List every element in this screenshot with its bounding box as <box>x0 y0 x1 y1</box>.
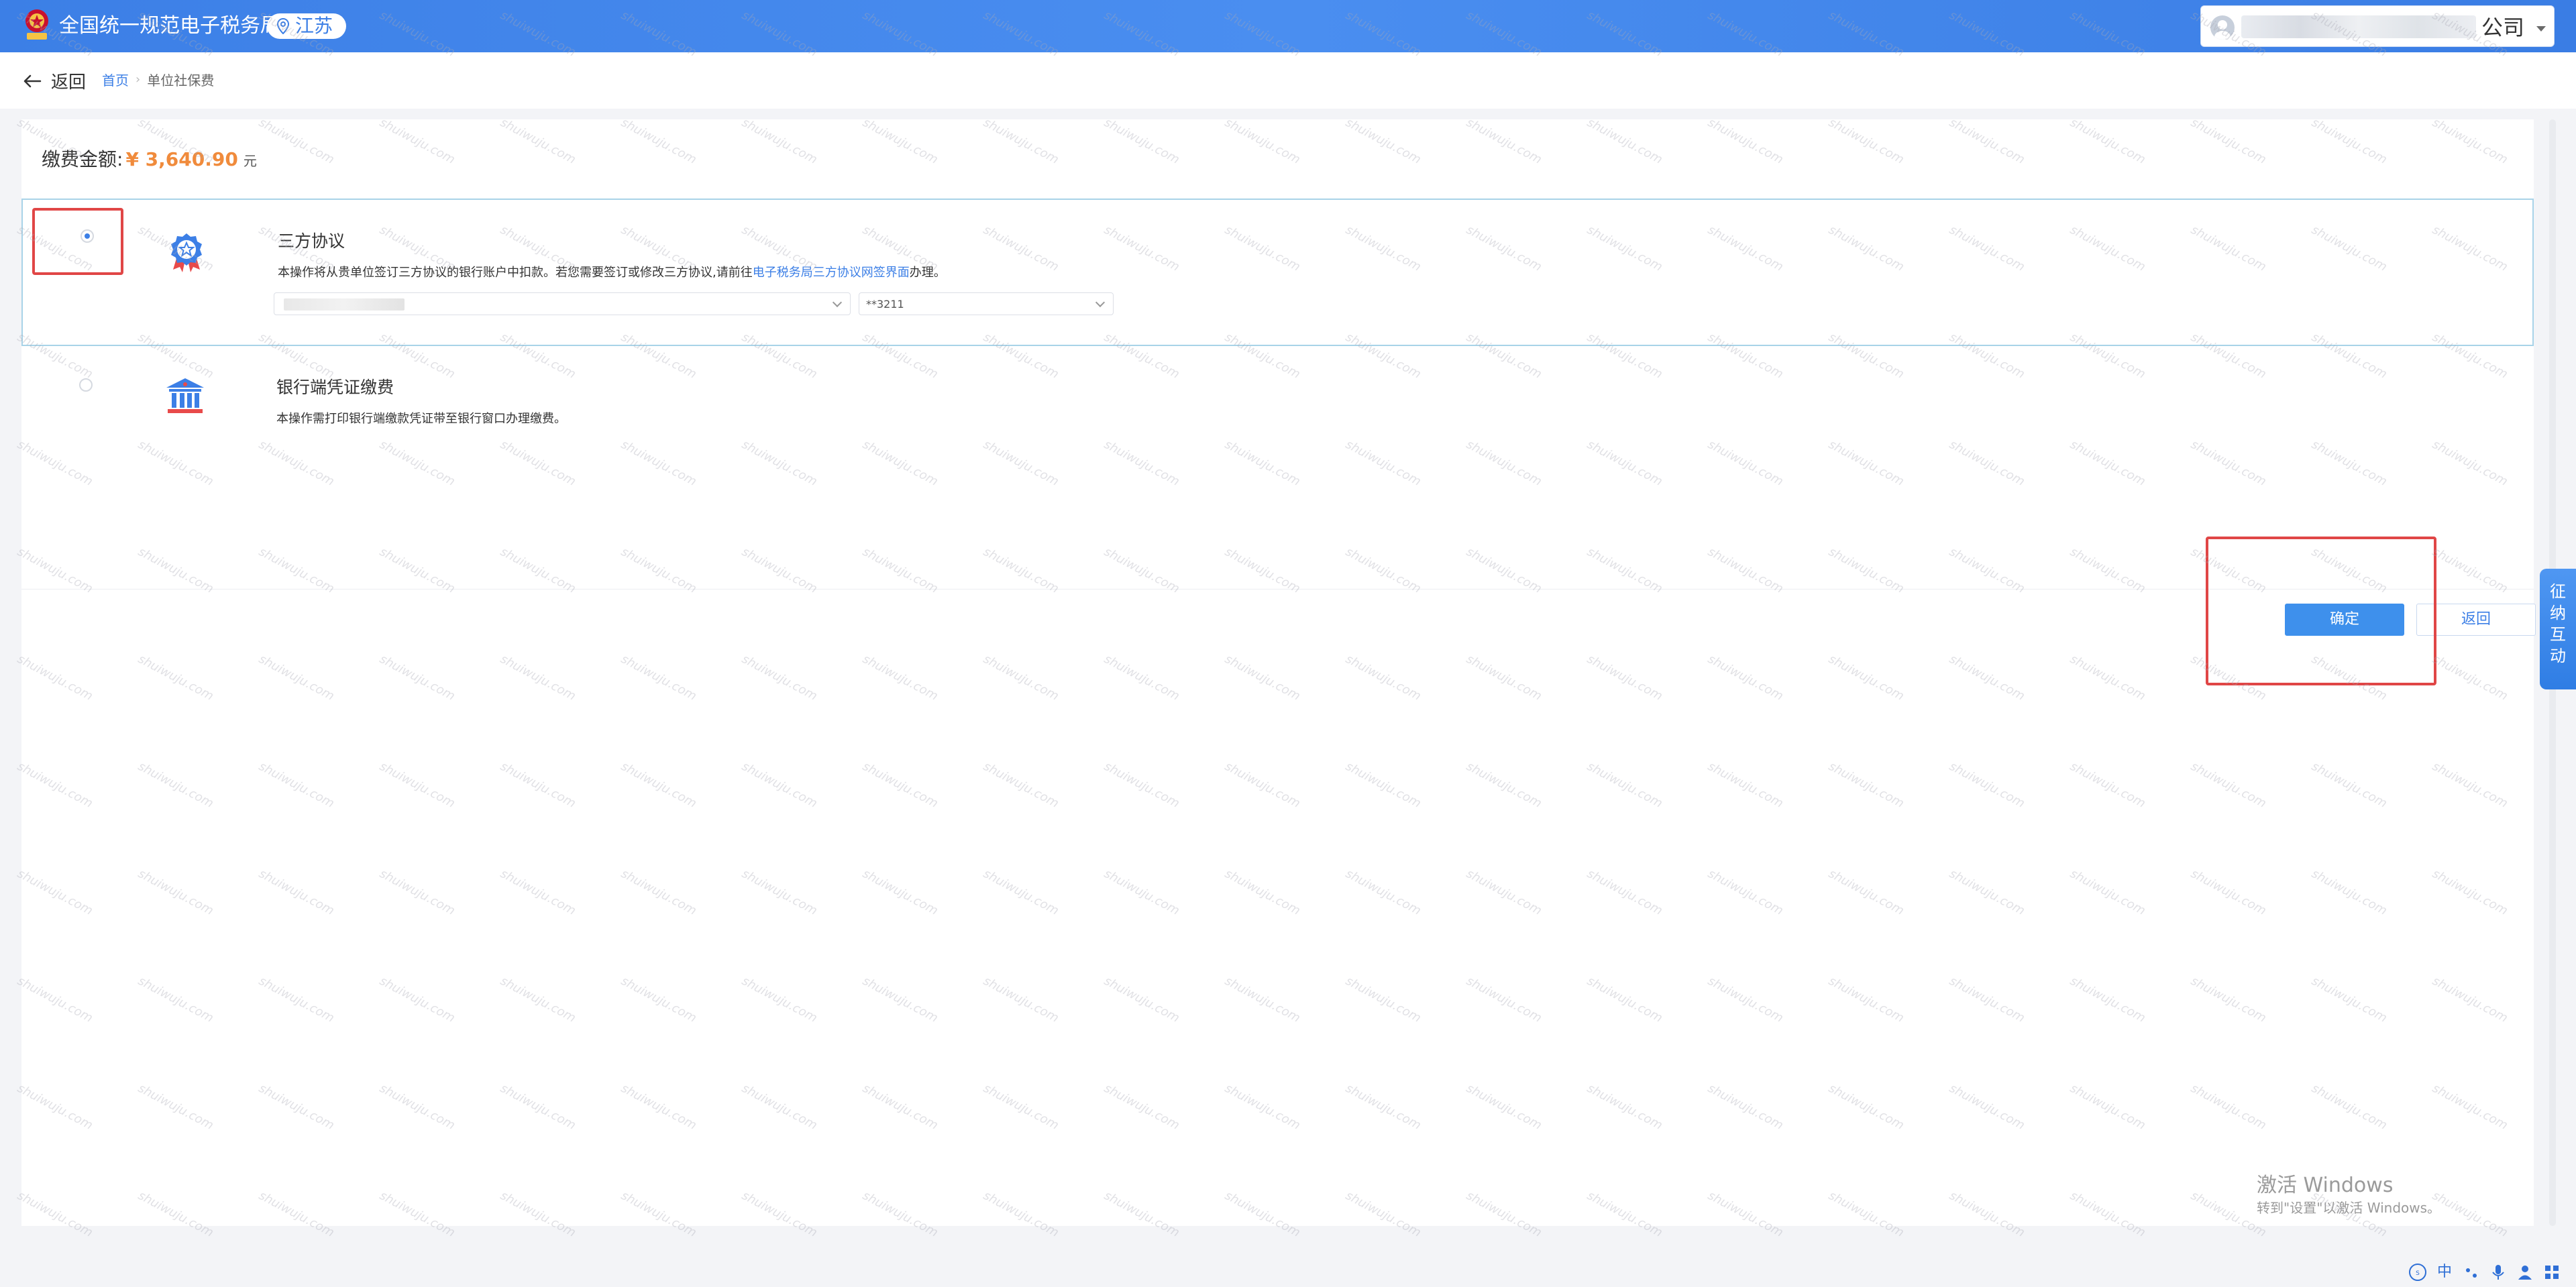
payment-amount: 缴费金额: ¥ 3,640.90 元 <box>42 145 257 172</box>
arrow-left-icon <box>23 74 42 87</box>
breadcrumb-bar: 返回 首页 › 单位社保费 <box>0 52 2576 109</box>
float-tab-char: 纳 <box>2550 604 2566 622</box>
activation-subtitle: 转到"设置"以激活 Windows。 <box>2257 1200 2441 1216</box>
breadcrumb-current: 单位社保费 <box>147 72 215 89</box>
description-text: 本操作将从贵单位签订三方协议的银行账户中扣款。若您需要签订或修改三方协议,请前往 <box>278 266 753 280</box>
account-redacted <box>284 298 405 311</box>
amount-value: ¥ 3,640.90 <box>125 148 238 170</box>
bank-icon <box>166 378 204 413</box>
top-header: 全国统一规范电子税务局 江苏 公司 <box>0 0 2576 52</box>
ime-status-icon[interactable]: S <box>2408 1263 2427 1282</box>
user-icon[interactable] <box>2516 1263 2534 1282</box>
location-pin-icon <box>276 18 290 34</box>
description-suffix: 办理。 <box>909 266 946 280</box>
chevron-down-icon <box>1095 297 1106 308</box>
float-tab-char: 征 <box>2550 582 2566 601</box>
payment-card: 缴费金额: ¥ 3,640.90 元 三方协议 本操作将从贵单位签订三方协议的银… <box>21 119 2536 1226</box>
user-name-suffix: 公司 <box>2481 15 2525 40</box>
ime-language-label[interactable]: 中 <box>2435 1263 2454 1282</box>
divider <box>21 589 2534 590</box>
activation-title: 激活 Windows <box>2257 1174 2394 1197</box>
region-label: 江苏 <box>295 15 333 37</box>
back-button[interactable]: 返回 <box>2416 604 2536 636</box>
region-selector[interactable]: 江苏 <box>267 13 346 39</box>
chevron-down-icon <box>832 297 843 308</box>
chevron-down-icon <box>2536 26 2546 32</box>
option-description: 本操作将从贵单位签订三方协议的银行账户中扣款。若您需要签订或修改三方协议,请前往… <box>278 263 946 280</box>
breadcrumb: 首页 › 单位社保费 <box>102 70 214 89</box>
microphone-icon[interactable] <box>2489 1263 2508 1282</box>
bank-account-select[interactable] <box>274 292 851 315</box>
site-title: 全国统一规范电子税务局 <box>59 14 280 38</box>
amount-label: 缴费金额: <box>42 148 123 170</box>
option-bank-voucher[interactable]: 银行端凭证缴费 本操作需打印银行端缴款凭证带至银行窗口办理缴费。 <box>21 349 2534 449</box>
float-tab-char: 动 <box>2550 647 2566 665</box>
avatar <box>2210 15 2235 40</box>
breadcrumb-home[interactable]: 首页 <box>102 70 129 89</box>
badge-star-icon <box>171 233 202 272</box>
tax-emblem-icon <box>25 9 48 40</box>
highlight-box <box>32 208 123 275</box>
card-select[interactable]: **3211 <box>859 292 1114 315</box>
grid-menu-icon[interactable] <box>2542 1263 2561 1282</box>
back-link[interactable]: 返回 <box>23 68 86 93</box>
system-tray: S 中 <box>2408 1261 2561 1284</box>
user-icon <box>2214 20 2231 40</box>
tripartite-sign-link[interactable]: 电子税务局三方协议网签界面 <box>753 266 910 280</box>
punctuation-icon[interactable] <box>2462 1263 2481 1282</box>
back-label: 返回 <box>51 72 87 93</box>
option-title: 银行端凭证缴费 <box>276 378 394 397</box>
radio-bank-voucher[interactable] <box>79 378 93 392</box>
amount-unit: 元 <box>243 153 257 169</box>
card-select-value: **3211 <box>866 298 904 311</box>
user-menu[interactable]: 公司 <box>2200 5 2555 47</box>
float-tab-char: 互 <box>2550 625 2566 644</box>
svg-text:S: S <box>2416 1270 2420 1277</box>
option-title: 三方协议 <box>278 231 345 251</box>
confirm-button[interactable]: 确定 <box>2285 604 2404 636</box>
option-tripartite[interactable]: 三方协议 本操作将从贵单位签订三方协议的银行账户中扣款。若您需要签订或修改三方协… <box>21 199 2534 346</box>
windows-activation-notice: 激活 Windows 转到"设置"以激活 Windows。 <box>2257 1174 2440 1218</box>
interaction-float-tab[interactable]: 征 纳 互 动 <box>2540 569 2576 689</box>
option-description: 本操作需打印银行端缴款凭证带至银行窗口办理缴费。 <box>276 412 566 426</box>
radio-tripartite[interactable] <box>80 229 94 243</box>
breadcrumb-separator: › <box>136 72 141 87</box>
user-name-redacted <box>2241 15 2476 38</box>
